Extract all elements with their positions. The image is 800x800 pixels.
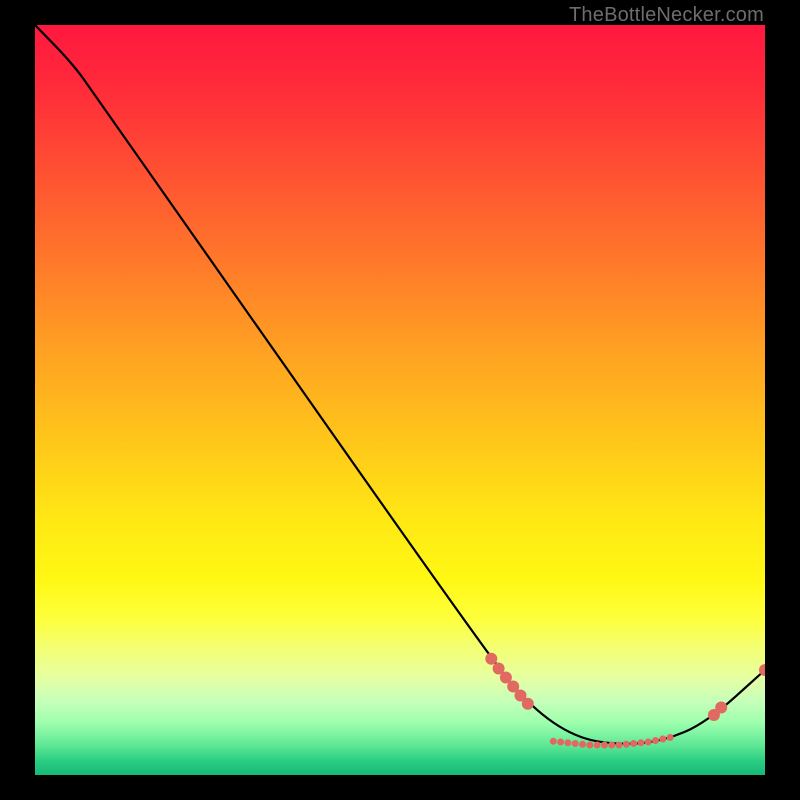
data-point (645, 739, 652, 746)
data-point (608, 742, 615, 749)
data-point (652, 737, 659, 744)
data-point (522, 698, 534, 710)
bottleneck-curve (35, 25, 765, 744)
data-points (485, 653, 765, 749)
data-point (579, 741, 586, 748)
data-point (564, 739, 571, 746)
data-point (623, 741, 630, 748)
data-point (586, 742, 593, 749)
data-point (659, 736, 666, 743)
watermark-text: TheBottleNecker.com (569, 4, 764, 27)
data-point (616, 742, 623, 749)
data-point (637, 739, 644, 746)
data-point (594, 742, 601, 749)
data-point (715, 702, 727, 714)
data-point (630, 740, 637, 747)
chart-frame: TheBottleNecker.com (0, 0, 800, 800)
data-point (572, 740, 579, 747)
plot-area (35, 25, 765, 775)
data-point (557, 739, 564, 746)
data-point (601, 742, 608, 749)
chart-svg (35, 25, 765, 775)
data-point (485, 653, 497, 665)
data-point (550, 738, 557, 745)
data-point (667, 734, 674, 741)
